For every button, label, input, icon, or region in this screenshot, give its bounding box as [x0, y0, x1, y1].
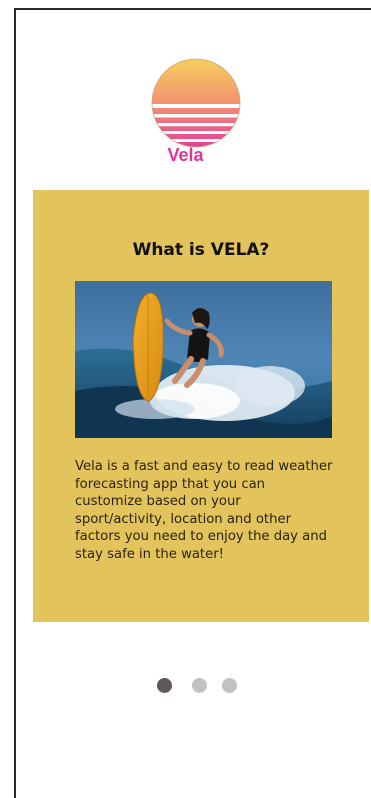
page-dot-1[interactable] — [157, 678, 172, 693]
page-dot-3[interactable] — [222, 678, 237, 693]
card-description: Vela is a fast and easy to read weather … — [75, 459, 333, 562]
card-title: What is VELA? — [132, 240, 270, 260]
brand-name-label: Vela — [167, 145, 204, 165]
brand-name: Vela — [0, 145, 371, 166]
onboarding-card: What is VELA? Vela is a fast and easy to… — [33, 190, 369, 622]
vela-sunset-logo-icon — [151, 58, 241, 148]
page-dot-2[interactable] — [192, 678, 207, 693]
surfer-photo — [75, 281, 332, 438]
